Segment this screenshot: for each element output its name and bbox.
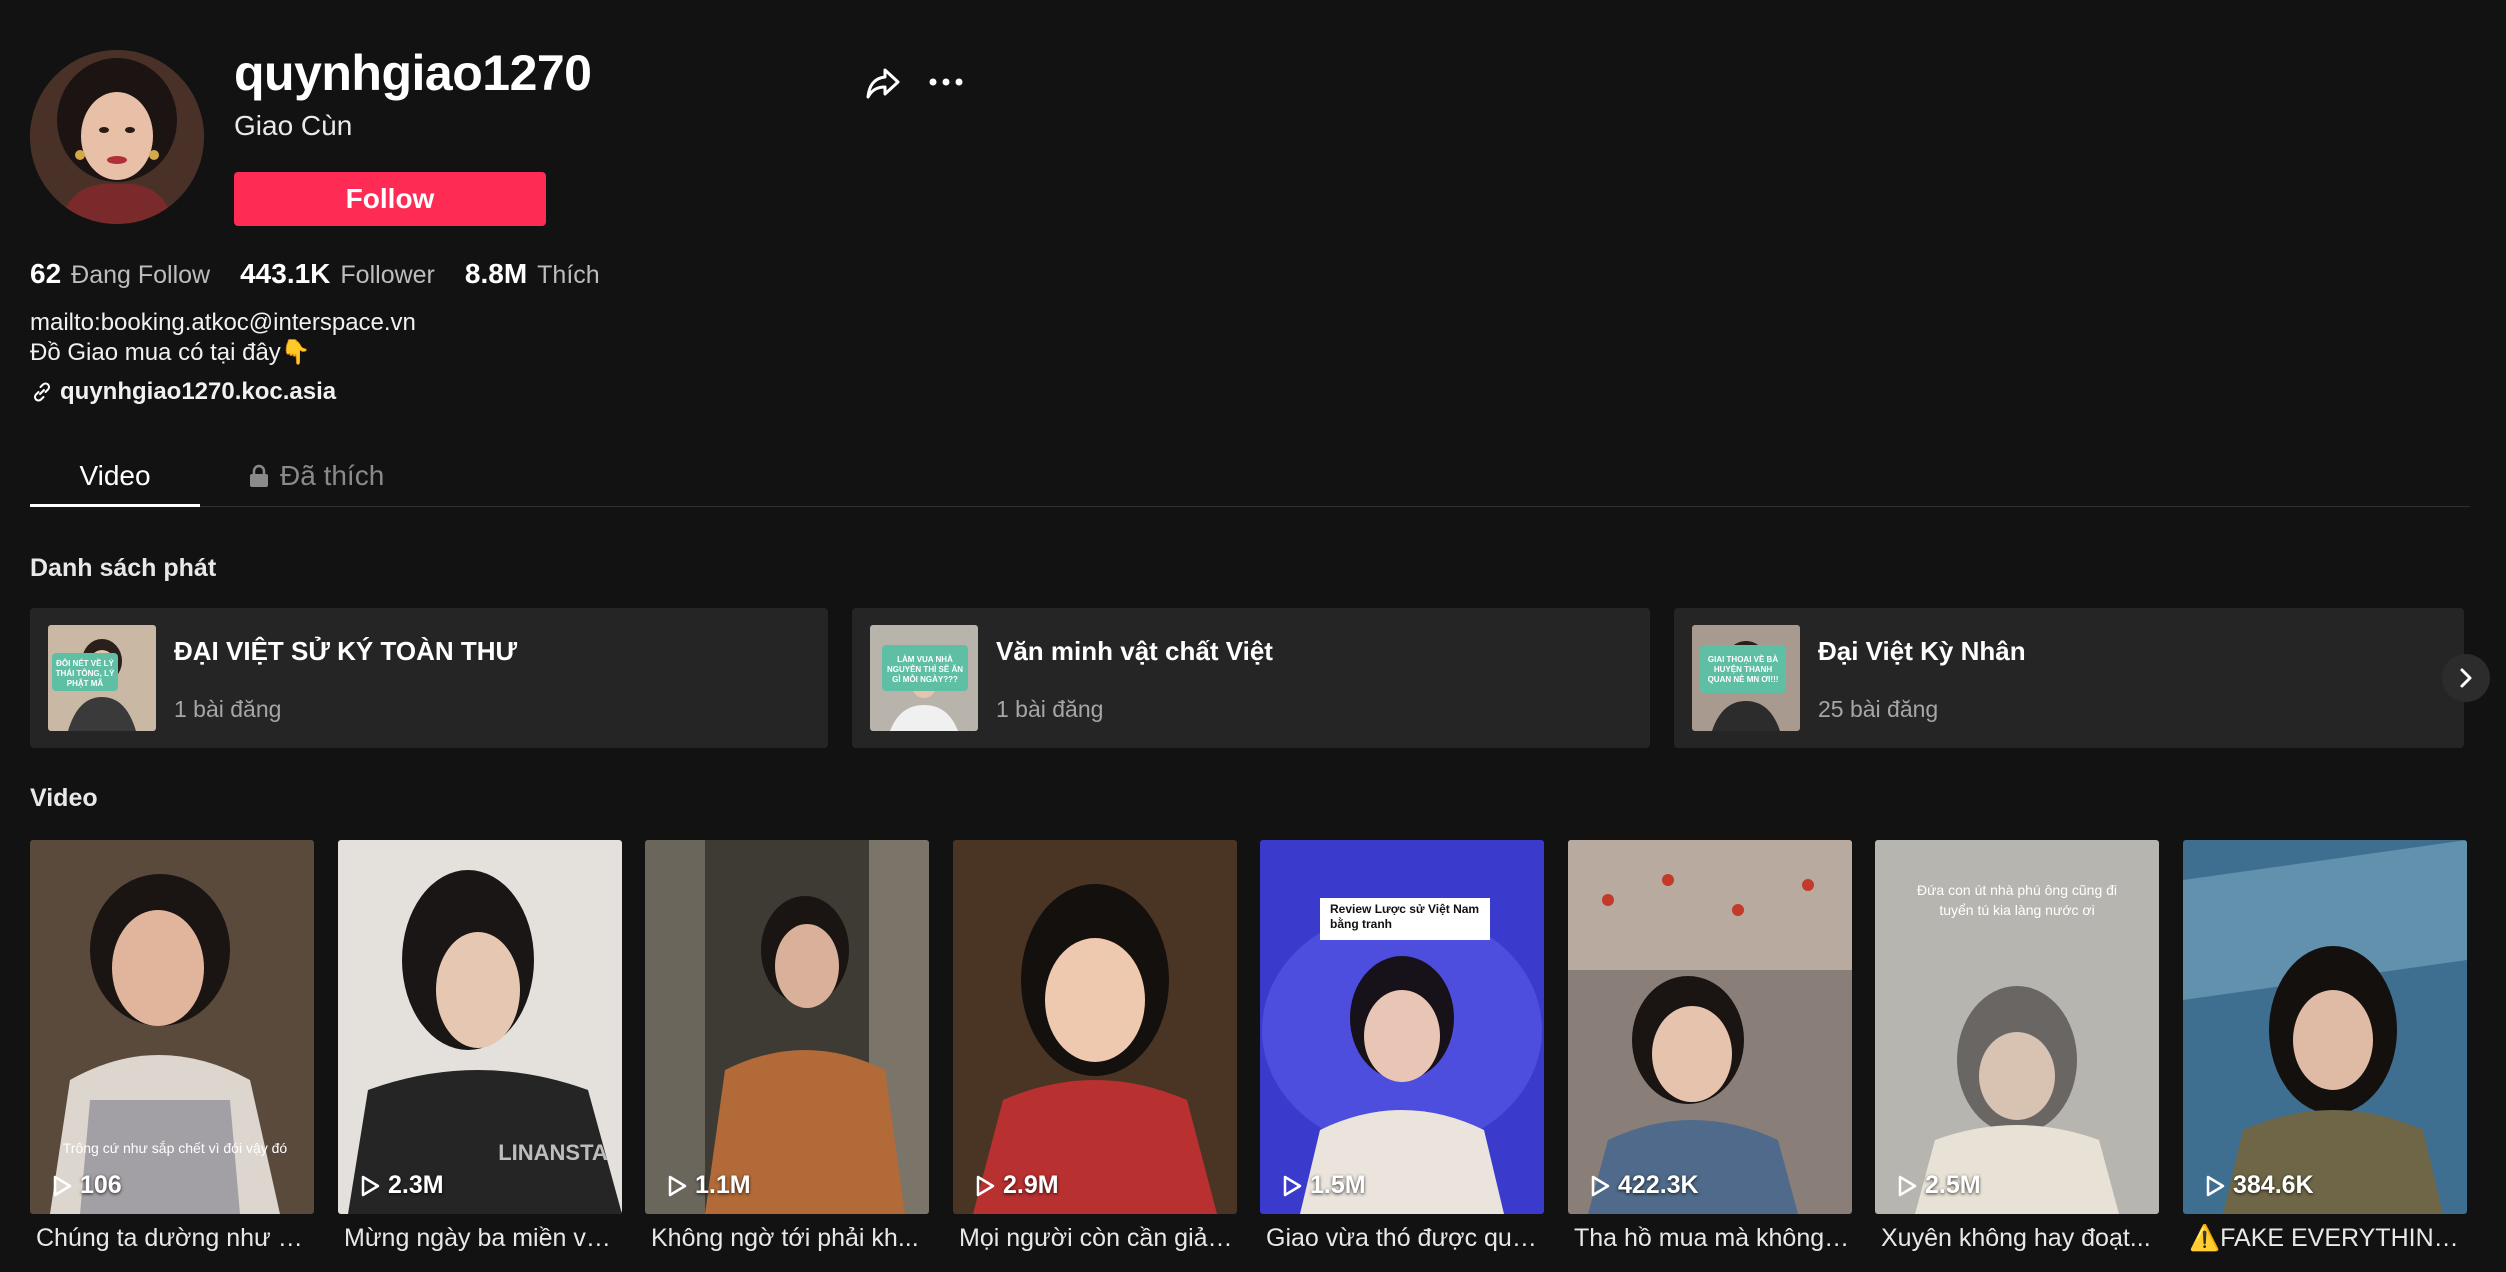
play-icon [53, 1175, 72, 1196]
bio-link-text: quynhgiao1270.koc.asia [60, 378, 337, 405]
followers-label: Follower [340, 261, 435, 289]
video-caption: ⚠️FAKE EVERYTHING... [2189, 1224, 2465, 1252]
video-caption: Mọi người còn cần giải ... [959, 1224, 1235, 1252]
videos-title: Video [30, 784, 98, 812]
bio-email: mailto:booking.atkoc@interspace.vn [30, 309, 416, 336]
view-count: 1.1M [667, 1171, 751, 1200]
video-overlay-text: Review Lược sử Việt Nam bằng tranh [1330, 902, 1480, 931]
play-icon [1898, 1175, 1917, 1196]
video-overlay-text: LINANSTA [498, 1140, 608, 1165]
view-count-value: 2.9M [1003, 1171, 1059, 1199]
profile-stats: 62 Đang Follow 443.1K Follower 8.8M Thíc… [30, 258, 600, 290]
view-count: 2.5M [1897, 1171, 1981, 1200]
tab-liked-label: Đã thích [280, 460, 385, 491]
video-caption: Xuyên không hay đoạt... [1881, 1224, 2151, 1252]
follow-button[interactable]: Follow [234, 172, 546, 226]
playlist-thumbnail: GIAI THOẠI VỀ BÀ HUYỆN THANH QUAN NÈ MN … [1692, 625, 1800, 731]
view-count: 384.6K [2205, 1171, 2314, 1200]
profile-tabs: Video Đã thích [30, 448, 2470, 507]
view-count: 2.9M [975, 1171, 1059, 1200]
video-thumbnail: Trông cứ như sắp chết vì đói vậy đó 106 [30, 840, 314, 1214]
video-caption: Không ngờ tới phải kh... [651, 1224, 919, 1252]
share-icon[interactable] [864, 64, 902, 102]
following-label: Đang Follow [71, 261, 211, 289]
view-count-value: 2.5M [1925, 1171, 1981, 1199]
video-thumbnail: 2.9M [953, 840, 1237, 1214]
video-overlay-text: Trông cứ như sắp chết vì đói vậy đó [62, 1140, 288, 1156]
playlist-thumbnail: ĐÔI NÉT VỀ LÝ THÁI TÔNG, LÝ PHẬT MÃ [48, 625, 156, 731]
lock-icon [250, 464, 268, 487]
video-caption: Chúng ta dường như đ... [36, 1224, 312, 1252]
view-count-value: 422.3K [1618, 1171, 1699, 1199]
view-count: 422.3K [1590, 1171, 1699, 1200]
video-card[interactable]: LINANSTA 2.3M Mừng ngày ba miền về... [338, 840, 622, 1253]
bio: mailto:booking.atkoc@interspace.vn Đồ Gi… [30, 308, 416, 368]
video-card[interactable]: Review Lược sử Việt Nam bằng tranh 1.5M … [1260, 840, 1544, 1253]
video-thumbnail: 384.6K [2183, 840, 2467, 1214]
video-thumbnail: Đứa con út nhà phú ông cũng đi tuyển tú … [1875, 840, 2159, 1214]
avatar[interactable] [30, 50, 204, 224]
link-icon [33, 382, 51, 402]
playlist-count: 1 bài đăng [996, 696, 1104, 722]
video-thumbnail: 1.1M [645, 840, 929, 1214]
likes-stat: 8.8M Thích [465, 258, 600, 290]
playlists-title: Danh sách phát [30, 554, 217, 582]
play-icon [1283, 1175, 1302, 1196]
view-count: 1.5M [1282, 1171, 1366, 1200]
playlist-thumb-text: GIAI THOẠI VỀ BÀ HUYỆN THANH QUAN NÈ MN … [1707, 655, 1779, 684]
following-stat[interactable]: 62 Đang Follow [30, 258, 210, 290]
view-count-value: 1.5M [1310, 1171, 1366, 1199]
video-card[interactable]: 384.6K ⚠️FAKE EVERYTHING... [2183, 840, 2467, 1253]
play-icon [1591, 1175, 1610, 1196]
video-card[interactable]: 422.3K Tha hồ mua mà không ... [1568, 840, 1852, 1253]
video-thumbnail: Review Lược sử Việt Nam bằng tranh 1.5M [1260, 840, 1544, 1214]
profile-page: quynhgiao1270 Giao Cùn Follow 62 Đang Fo… [0, 0, 2506, 1272]
followers-stat[interactable]: 443.1K Follower [240, 258, 435, 290]
tab-video[interactable]: Video [30, 448, 200, 507]
video-thumbnail: 422.3K [1568, 840, 1852, 1214]
playlist-title: Đại Việt Kỳ Nhân [1818, 636, 2026, 666]
bio-link[interactable]: quynhgiao1270.koc.asia [30, 378, 336, 406]
nickname: Giao Cùn [234, 110, 353, 141]
playlist-count: 25 bài đăng [1818, 696, 1939, 722]
view-count: 2.3M [360, 1171, 444, 1200]
view-count: 106 [52, 1171, 122, 1200]
video-card[interactable]: 2.9M Mọi người còn cần giải ... [953, 840, 1237, 1253]
view-count-value: 2.3M [388, 1171, 444, 1199]
video-thumbnail: LINANSTA 2.3M [338, 840, 622, 1214]
view-count-value: 1.1M [695, 1171, 751, 1199]
likes-label: Thích [537, 261, 600, 289]
view-count-value: 106 [80, 1171, 122, 1199]
playlist-card[interactable]: ĐÔI NÉT VỀ LÝ THÁI TÔNG, LÝ PHẬT MÃ ĐẠI … [30, 608, 828, 748]
play-icon [976, 1175, 995, 1196]
likes-count: 8.8M [464, 258, 528, 289]
video-caption: Giao vừa thó được quy... [1266, 1224, 1542, 1252]
view-count-value: 384.6K [2233, 1171, 2314, 1199]
playlist-card[interactable]: LÀM VUA NHÀ NGUYỄN THÌ SẼ ĂN GÌ MỖI NGÀY… [852, 608, 1650, 748]
video-overlay-text: Đứa con út nhà phú ông cũng đi tuyển tú … [1916, 882, 2118, 918]
video-caption: Mừng ngày ba miền về... [344, 1224, 620, 1252]
more-icon[interactable] [928, 70, 964, 94]
following-count: 62 [30, 258, 62, 289]
chevron-right-icon [2460, 668, 2472, 688]
video-card[interactable]: Trông cứ như sắp chết vì đói vậy đó 106 … [30, 840, 314, 1253]
video-card[interactable]: 1.1M Không ngờ tới phải kh... [645, 840, 929, 1253]
video-caption: Tha hồ mua mà không ... [1574, 1224, 1850, 1252]
bio-text: Đồ Giao mua có tại đây👇 [30, 339, 311, 366]
play-icon [361, 1175, 380, 1196]
playlist-title: ĐẠI VIỆT SỬ KÝ TOÀN THƯ [174, 636, 518, 666]
play-icon [2206, 1175, 2225, 1196]
username: quynhgiao1270 [234, 45, 592, 101]
playlist-count: 1 bài đăng [174, 696, 282, 722]
play-icon [668, 1175, 687, 1196]
playlist-card[interactable]: GIAI THOẠI VỀ BÀ HUYỆN THANH QUAN NÈ MN … [1674, 608, 2464, 748]
playlist-thumb-text: ĐÔI NÉT VỀ LÝ THÁI TÔNG, LÝ PHẬT MÃ [55, 659, 115, 688]
playlist-thumbnail: LÀM VUA NHÀ NGUYỄN THÌ SẼ ĂN GÌ MỖI NGÀY… [870, 625, 978, 731]
playlist-thumb-text: LÀM VUA NHÀ NGUYỄN THÌ SẼ ĂN GÌ MỖI NGÀY… [886, 655, 963, 684]
followers-count: 443.1K [240, 258, 331, 289]
playlist-title: Văn minh vật chất Việt [996, 636, 1273, 666]
tab-liked[interactable]: Đã thích [248, 448, 384, 504]
video-card[interactable]: Đứa con út nhà phú ông cũng đi tuyển tú … [1875, 840, 2159, 1253]
playlist-next-button[interactable] [2442, 654, 2490, 702]
